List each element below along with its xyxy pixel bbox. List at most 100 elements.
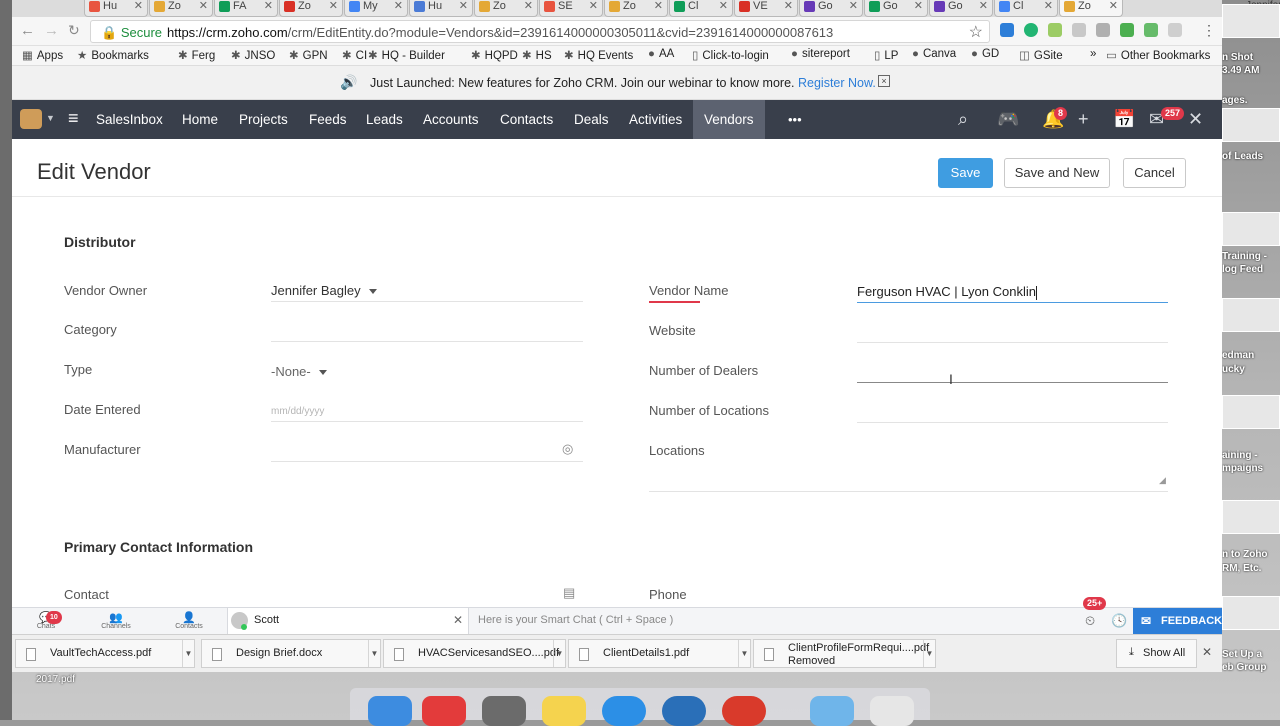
bookmark-item[interactable]: ★ Bookmarks [77, 48, 149, 62]
nav-item-leads[interactable]: Leads [355, 100, 414, 139]
calendar-icon[interactable]: 📅 [1113, 109, 1135, 130]
resize-handle-icon[interactable]: ◢ [1159, 475, 1166, 486]
save-and-new-button[interactable]: Save and New [1004, 158, 1110, 188]
search-icon[interactable]: ⌕ [958, 109, 968, 130]
close-icon[interactable]: ✕ [394, 0, 403, 12]
browser-tab[interactable]: Hu ✕ [409, 0, 473, 17]
nav-more[interactable]: ••• [777, 100, 813, 139]
browser-tab[interactable]: Go ✕ [799, 0, 863, 17]
desktop-thumbnail[interactable] [1222, 4, 1280, 38]
bookmark-item[interactable]: ▯ LP [874, 48, 898, 62]
system-preferences-icon[interactable] [482, 696, 526, 726]
bookmark-item[interactable]: ● sitereport [791, 48, 850, 60]
extension-icon[interactable] [1144, 23, 1158, 37]
smart-chat-input[interactable]: Here is your Smart Chat ( Ctrl + Space ) [478, 614, 673, 626]
reload-icon[interactable]: ↻ [68, 22, 80, 39]
bookmark-item[interactable]: ▯ Click-to-login [692, 48, 769, 62]
launchpad-icon[interactable] [422, 696, 466, 726]
notifications-bell-icon[interactable]: 🔔 8 [1042, 107, 1068, 130]
nav-item-feeds[interactable]: Feeds [298, 100, 358, 139]
channels-tab[interactable]: 👥 Channels [82, 608, 150, 634]
contacts-tab[interactable]: 👤 Contacts [155, 608, 223, 634]
forward-icon[interactable]: → [44, 22, 59, 39]
folder-icon[interactable] [810, 696, 854, 726]
number-of-dealers-input[interactable] [857, 363, 1168, 381]
show-all-downloads-button[interactable]: ⤓ Show All [1116, 639, 1197, 668]
extension-icon[interactable] [1168, 23, 1182, 37]
close-icon[interactable]: ✕ [459, 0, 468, 12]
close-icon[interactable]: ✕ [1202, 645, 1212, 659]
feedback-button[interactable]: ✉ FEEDBACK [1133, 608, 1222, 634]
safari-icon[interactable] [602, 696, 646, 726]
browser-tab[interactable]: Cl ✕ [669, 0, 733, 17]
browser-tab[interactable]: My ✕ [344, 0, 408, 17]
bookmark-item[interactable]: ● AA [648, 48, 674, 60]
bookmark-item[interactable]: ◫ GSite [1019, 48, 1063, 62]
close-icon[interactable]: ✕ [134, 0, 143, 12]
app-icon[interactable] [662, 696, 706, 726]
url-text[interactable]: https://crm.zoho.com/crm/EditEntity.do?m… [167, 25, 833, 40]
chevron-down-icon[interactable]: ▼ [553, 640, 565, 667]
browser-tab[interactable]: Zo ✕ [149, 0, 213, 17]
nav-item-accounts[interactable]: Accounts [412, 100, 490, 139]
save-button[interactable]: Save [938, 158, 993, 188]
close-icon[interactable]: ✕ [914, 0, 923, 12]
extension-icon[interactable] [1096, 23, 1110, 37]
bookmark-item[interactable]: ✱ Ferg [178, 48, 215, 62]
chats-tab[interactable]: 💬10Chats [12, 608, 80, 634]
clock-icon[interactable]: 🕓 [1111, 613, 1127, 629]
browser-tab[interactable]: SE ✕ [539, 0, 603, 17]
finder-icon[interactable] [368, 696, 412, 726]
close-icon[interactable]: ✕ [979, 0, 988, 12]
extension-icon[interactable] [1000, 23, 1014, 37]
bookmark-item[interactable]: ✱ HQ Events [564, 48, 633, 62]
download-item[interactable]: VaultTechAccess.pdf ▼ [15, 639, 195, 668]
close-icon[interactable]: ✕ [524, 0, 533, 12]
extension-icon[interactable] [1072, 23, 1086, 37]
browser-tab[interactable]: Cl ✕ [994, 0, 1058, 17]
date-entered-input[interactable]: mm/dd/yyyy [271, 406, 324, 417]
download-item[interactable]: ClientDetails1.pdf ▼ [568, 639, 751, 668]
desktop-thumbnail[interactable] [1222, 212, 1280, 246]
close-icon[interactable]: ✕ [199, 0, 208, 12]
desktop-thumbnail[interactable] [1222, 596, 1280, 630]
contact-card-icon[interactable]: ▤ [563, 585, 575, 601]
org-logo-icon[interactable] [20, 109, 42, 129]
desktop-thumbnail[interactable] [1222, 500, 1280, 534]
extension-icon[interactable] [1120, 23, 1134, 37]
chevron-down-icon[interactable]: ▼ [923, 640, 935, 667]
mail-icon[interactable]: ✉ 257 [1149, 107, 1185, 130]
locations-textarea[interactable] [857, 443, 1168, 483]
browser-tab[interactable]: Hu ✕ [84, 0, 148, 17]
download-item[interactable]: ClientProfileFormRequi....pdf Removed ▼ [753, 639, 936, 668]
chevron-down-icon[interactable]: ▼ [738, 640, 750, 667]
url-field[interactable]: 🔒 Secure https://crm.zoho.com/crm/EditEn… [90, 20, 990, 43]
desktop-thumbnail[interactable] [1222, 395, 1280, 429]
manufacturer-input[interactable] [271, 442, 551, 460]
close-icon[interactable]: ✕ [1044, 0, 1053, 12]
bookmark-item[interactable]: ✱ JNSO [231, 48, 275, 62]
desktop-thumbnail[interactable] [1222, 298, 1280, 332]
browser-tab[interactable]: VE ✕ [734, 0, 798, 17]
gamescope-icon[interactable]: 🎮 [997, 109, 1019, 130]
menu-kebab-icon[interactable]: ⋮ [1202, 22, 1216, 39]
secure-indicator[interactable]: 🔒 Secure [101, 25, 162, 41]
browser-tab[interactable]: FA ✕ [214, 0, 278, 17]
nav-item-contacts[interactable]: Contacts [489, 100, 564, 139]
type-select[interactable]: -None- [271, 364, 327, 379]
download-item[interactable]: HVACServicesandSEO....pdf ▼ [383, 639, 566, 668]
hamburger-menu-icon[interactable]: ≡ [68, 108, 79, 129]
chevron-down-icon[interactable]: ▼ [46, 113, 55, 123]
close-icon[interactable]: ✕ [719, 0, 728, 12]
close-icon[interactable]: ✕ [329, 0, 338, 12]
bookmark-item[interactable]: ● Canva [912, 48, 956, 60]
nav-item-deals[interactable]: Deals [563, 100, 620, 139]
browser-tab[interactable]: Zo ✕ [1059, 0, 1123, 17]
browser-tab[interactable]: Go ✕ [929, 0, 993, 17]
chevron-down-icon[interactable]: ▼ [182, 640, 194, 667]
bookmark-item[interactable]: ✱ CI [342, 48, 367, 62]
bookmarks-overflow[interactable]: » [1090, 48, 1096, 60]
banner-close-icon[interactable]: × [878, 75, 890, 87]
bookmark-item[interactable]: ● GD [971, 48, 999, 60]
nav-item-vendors[interactable]: Vendors [693, 100, 765, 139]
